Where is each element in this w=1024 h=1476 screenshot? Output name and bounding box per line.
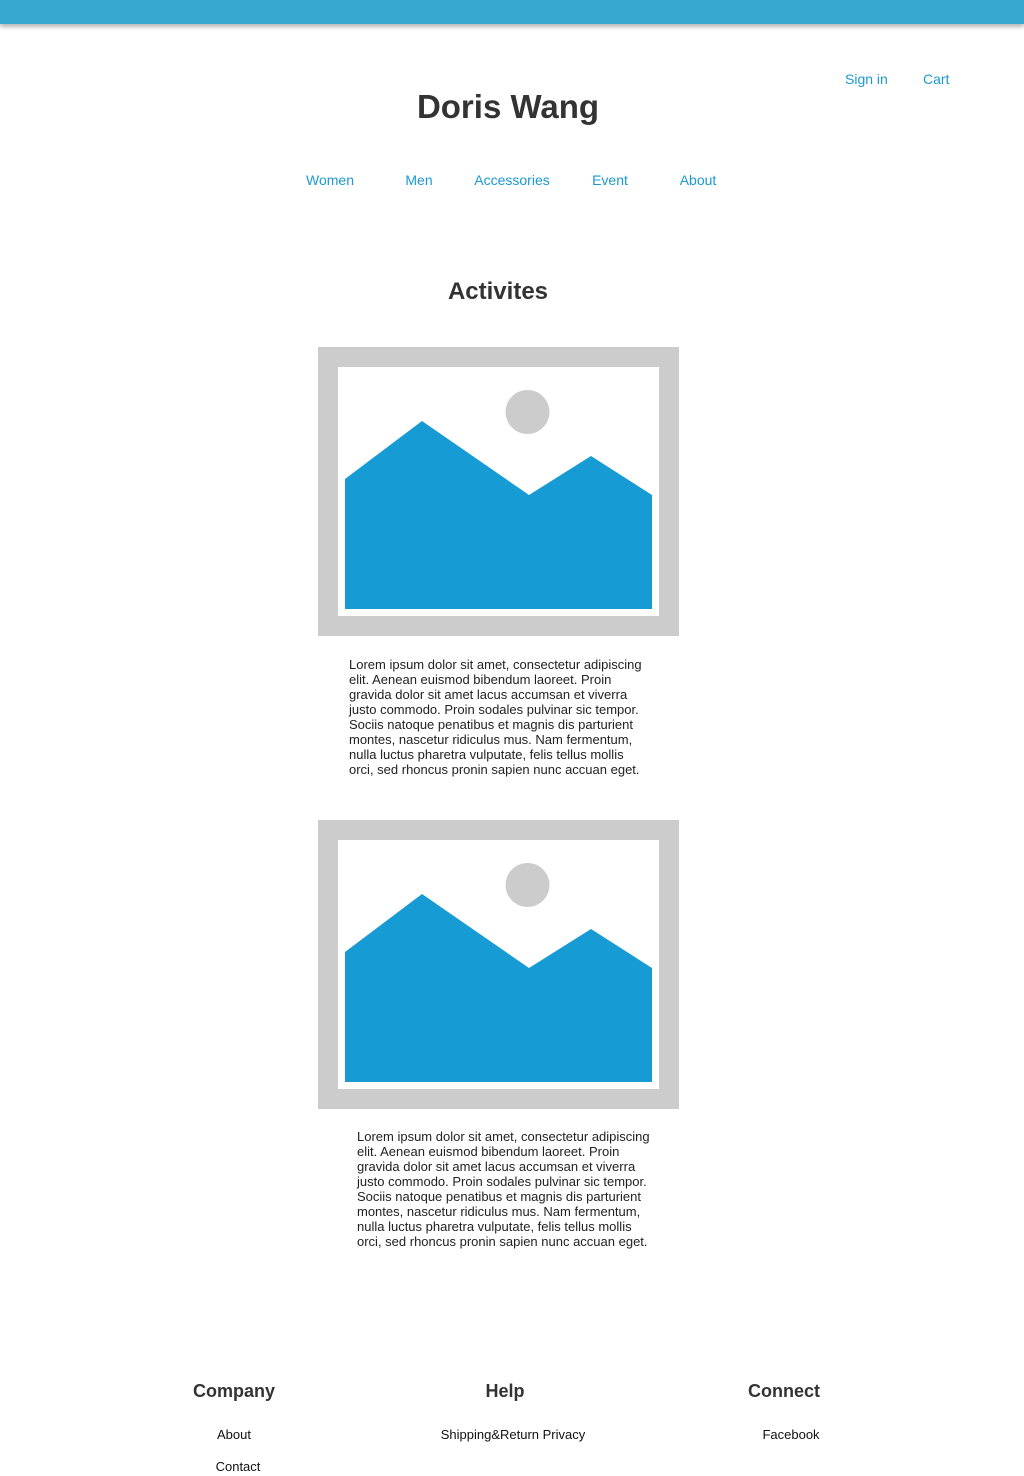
activity-image-1	[318, 347, 679, 636]
activity-description-1: Lorem ipsum dolor sit amet, consectetur …	[349, 657, 642, 777]
activity-image-2	[318, 820, 679, 1109]
nav-item-women[interactable]: Women	[306, 172, 354, 188]
cart-link[interactable]: Cart	[923, 71, 949, 87]
nav-item-about[interactable]: About	[680, 172, 717, 188]
footer-heading-connect: Connect	[748, 1381, 820, 1401]
image-placeholder-icon	[318, 820, 679, 1109]
nav-item-event[interactable]: Event	[592, 172, 628, 188]
footer-link-about[interactable]: About	[217, 1427, 251, 1442]
image-placeholder-icon	[318, 347, 679, 636]
footer-link-facebook[interactable]: Facebook	[762, 1427, 819, 1442]
activity-description-2: Lorem ipsum dolor sit amet, consectetur …	[357, 1129, 650, 1249]
footer-heading-company: Company	[192, 1381, 276, 1401]
footer-heading-help: Help	[485, 1381, 525, 1401]
activities-title: Activites	[447, 278, 549, 305]
nav-item-accessories[interactable]: Accessories	[474, 172, 549, 188]
footer-link-contact[interactable]: Contact	[216, 1459, 261, 1474]
top-bar	[0, 0, 1024, 24]
nav-item-men[interactable]: Men	[405, 172, 432, 188]
site-title: Doris Wang	[416, 88, 600, 125]
sign-in-link[interactable]: Sign in	[845, 71, 888, 87]
footer-link-shipping-return-privacy[interactable]: Shipping&Return Privacy	[441, 1427, 586, 1442]
